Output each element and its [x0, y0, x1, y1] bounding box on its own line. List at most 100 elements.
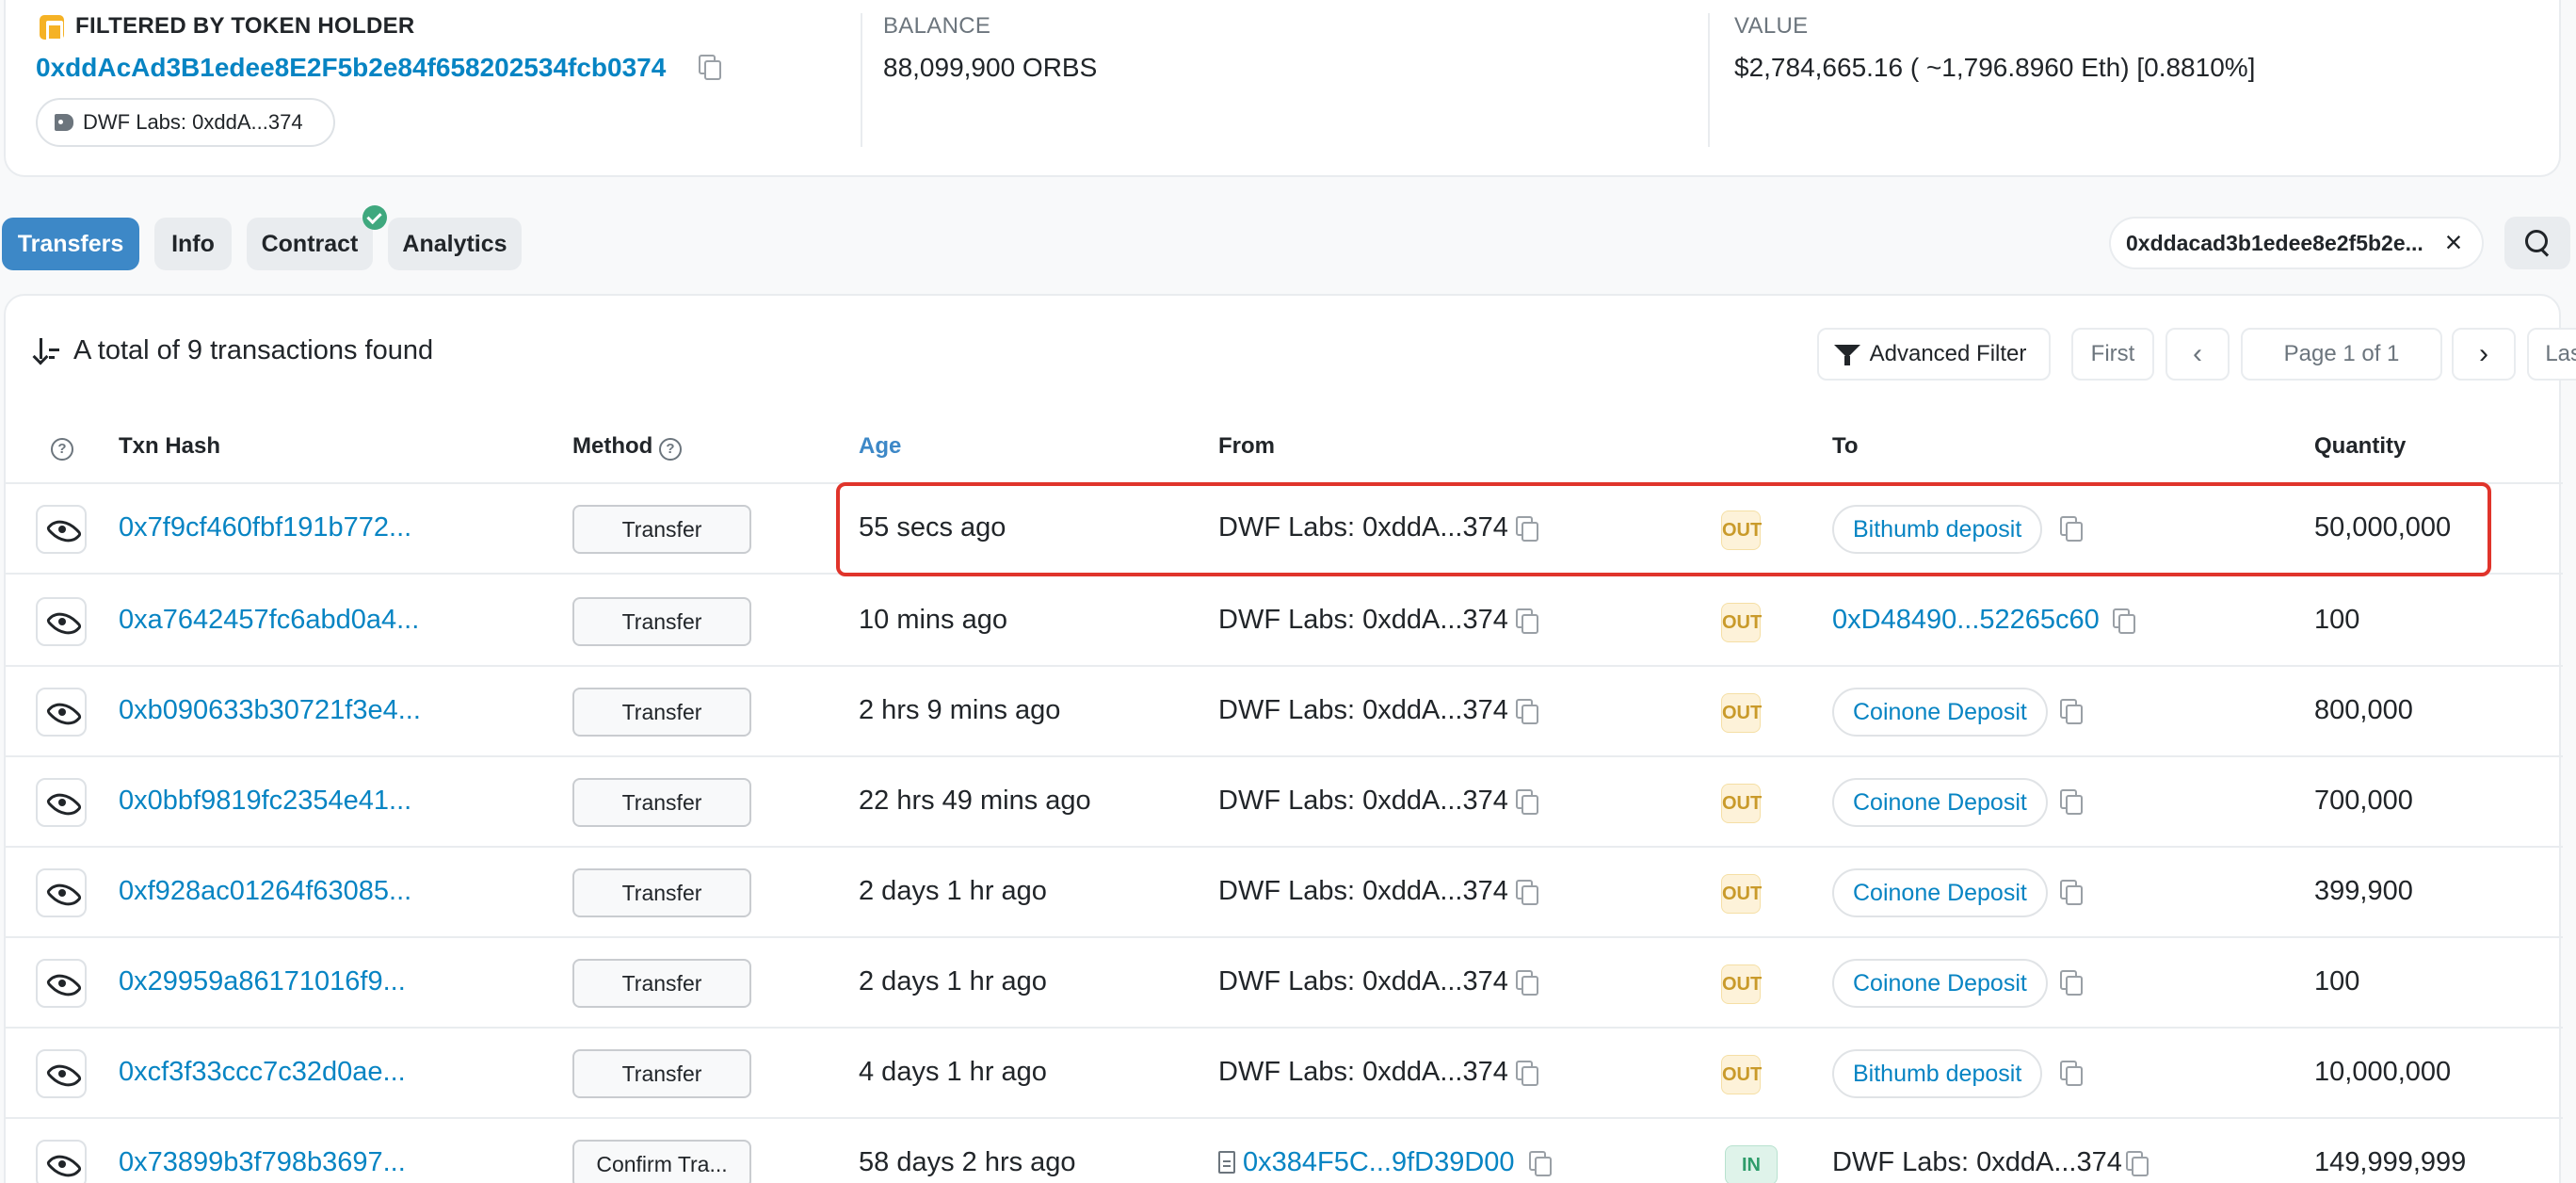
method-badge: Transfer	[572, 597, 751, 646]
copy-icon[interactable]	[2113, 608, 2135, 634]
filter-icon	[1834, 345, 1860, 365]
holder-address-link[interactable]: 0xddAcAd3B1edee8E2F5b2e84f658202534fcb03…	[36, 53, 666, 83]
copy-icon[interactable]	[2060, 516, 2083, 542]
method-badge: Transfer	[572, 1049, 751, 1098]
method-badge: Transfer	[572, 778, 751, 827]
to-address-tag[interactable]: Coinone Deposit	[1832, 959, 2048, 1008]
method-badge: Transfer	[572, 688, 751, 737]
quantity-cell: 50,000,000	[2314, 512, 2452, 543]
txn-hash-link[interactable]: 0xa7642457fc6abd0a4...	[119, 605, 419, 636]
eye-icon[interactable]	[36, 1140, 87, 1183]
copy-icon[interactable]	[1516, 608, 1538, 634]
eye-icon[interactable]	[36, 597, 87, 646]
filter-chip-value: 0xddacad3b1edee8e2f5b2e...	[2126, 231, 2423, 255]
from-address[interactable]: DWF Labs: 0xddA...374	[1218, 512, 1508, 543]
tab-info[interactable]: Info	[154, 218, 232, 270]
to-address-tag[interactable]: Coinone Deposit	[1832, 778, 2048, 827]
to-address-tag[interactable]: Bithumb deposit	[1832, 1049, 2043, 1098]
address-filter-chip[interactable]: 0xddacad3b1edee8e2f5b2e... ×	[2109, 217, 2484, 269]
txn-hash-link[interactable]: 0xcf3f33ccc7c32d0ae...	[119, 1057, 406, 1088]
to-address[interactable]: DWF Labs: 0xddA...374	[1832, 1147, 2122, 1178]
copy-icon[interactable]	[2060, 789, 2083, 815]
txn-hash-link[interactable]: 0x73899b3f798b3697...	[119, 1147, 406, 1178]
total-text: A total of 9 transactions found	[73, 335, 434, 365]
from-address[interactable]: DWF Labs: 0xddA...374	[1218, 1057, 1508, 1088]
age-header[interactable]: Age	[859, 433, 901, 460]
copy-icon[interactable]	[2060, 699, 2083, 724]
question-icon[interactable]: ?	[658, 438, 682, 461]
txn-hash-link[interactable]: 0x29959a86171016f9...	[119, 966, 406, 997]
copy-icon[interactable]	[2060, 1061, 2083, 1086]
wallet-icon	[40, 15, 64, 41]
table-row: 0xa7642457fc6abd0a4... Transfer 10 mins …	[6, 576, 2563, 667]
direction-badge: OUT	[1721, 693, 1762, 733]
from-address[interactable]: DWF Labs: 0xddA...374	[1218, 966, 1508, 997]
direction-badge: OUT	[1721, 964, 1762, 1004]
holder-name-tag[interactable]: DWF Labs: 0xddA...374	[36, 98, 335, 147]
quantity-header: Quantity	[2314, 433, 2407, 459]
txn-hash-link[interactable]: 0x7f9cf460fbf191b772...	[119, 512, 411, 543]
table-row: 0xcf3f33ccc7c32d0ae... Transfer 4 days 1…	[6, 1029, 2563, 1119]
search-button[interactable]	[2504, 217, 2570, 269]
value-label: VALUE	[1734, 13, 1809, 39]
copy-icon[interactable]	[1529, 1151, 1552, 1176]
question-icon[interactable]: ?	[51, 438, 73, 461]
copy-icon[interactable]	[1516, 789, 1538, 815]
eye-icon[interactable]	[36, 868, 87, 917]
token-holder-summary: FILTERED BY TOKEN HOLDER 0xddAcAd3B1edee…	[4, 0, 2561, 177]
eye-icon[interactable]	[36, 778, 87, 827]
first-page-button[interactable]: First	[2071, 328, 2154, 381]
quantity-cell: 100	[2314, 605, 2360, 635]
copy-icon[interactable]	[1516, 699, 1538, 724]
txn-hash-link[interactable]: 0x0bbf9819fc2354e41...	[119, 786, 411, 817]
from-address[interactable]: DWF Labs: 0xddA...374	[1218, 786, 1508, 817]
to-address-tag[interactable]: Bithumb deposit	[1832, 505, 2043, 554]
copy-icon[interactable]	[2060, 970, 2083, 996]
help-column-header[interactable]: ?	[51, 433, 73, 461]
close-icon[interactable]: ×	[2431, 220, 2476, 266]
age-cell: 10 mins ago	[859, 605, 1007, 635]
to-address-link[interactable]: 0xD48490...52265c60	[1832, 605, 2100, 636]
eye-icon[interactable]	[36, 688, 87, 737]
txn-hash-link[interactable]: 0xf928ac01264f63085...	[119, 876, 411, 907]
copy-icon[interactable]	[1516, 516, 1538, 542]
tab-contract[interactable]: Contract	[247, 218, 373, 270]
from-address[interactable]: DWF Labs: 0xddA...374	[1218, 876, 1508, 907]
method-header: Method ?	[572, 433, 682, 461]
divider	[1708, 13, 1710, 147]
copy-icon[interactable]	[2060, 880, 2083, 905]
value-column: VALUE $2,784,665.16 ( ~1,796.8960 Eth) […	[1734, 0, 2535, 151]
eye-icon[interactable]	[36, 959, 87, 1008]
table-row: 0x73899b3f798b3697... Confirm Tra... 58 …	[6, 1119, 2563, 1183]
eye-icon[interactable]	[36, 1049, 87, 1098]
tab-analytics[interactable]: Analytics	[388, 218, 522, 270]
method-badge: Transfer	[572, 959, 751, 1008]
eye-icon[interactable]	[36, 505, 87, 554]
divider	[861, 13, 862, 147]
txn-hash-link[interactable]: 0xb090633b30721f3e4...	[119, 695, 421, 726]
last-page-button[interactable]: Last	[2527, 328, 2576, 381]
to-address-tag[interactable]: Coinone Deposit	[1832, 688, 2048, 737]
copy-icon[interactable]	[1516, 1061, 1538, 1086]
direction-badge: IN	[1725, 1145, 1778, 1183]
direction-badge: OUT	[1721, 1055, 1762, 1094]
chevron-right-icon[interactable]: ›	[2452, 328, 2516, 381]
direction-badge: OUT	[1721, 784, 1762, 823]
copy-icon[interactable]	[1516, 880, 1538, 905]
from-address-link[interactable]: 0x384F5C...9fD39D00	[1218, 1147, 1515, 1178]
copy-icon[interactable]	[1516, 970, 1538, 996]
from-address[interactable]: DWF Labs: 0xddA...374	[1218, 605, 1508, 636]
balance-label: BALANCE	[883, 13, 991, 39]
total-transactions: A total of 9 transactions found	[36, 335, 433, 366]
copy-icon[interactable]	[2126, 1151, 2149, 1176]
tab-transfers[interactable]: Transfers	[2, 218, 139, 270]
advanced-filter-button[interactable]: Advanced Filter	[1817, 328, 2051, 381]
copy-icon[interactable]	[699, 55, 721, 80]
method-badge: Confirm Tra...	[572, 1140, 751, 1183]
table-row: 0xf928ac01264f63085... Transfer 2 days 1…	[6, 848, 2563, 938]
table-row: 0x7f9cf460fbf191b772... Transfer 55 secs…	[6, 484, 2563, 575]
to-address-tag[interactable]: Coinone Deposit	[1832, 868, 2048, 917]
from-header: From	[1218, 433, 1275, 459]
from-address[interactable]: DWF Labs: 0xddA...374	[1218, 695, 1508, 726]
chevron-left-icon[interactable]: ‹	[2165, 328, 2230, 381]
